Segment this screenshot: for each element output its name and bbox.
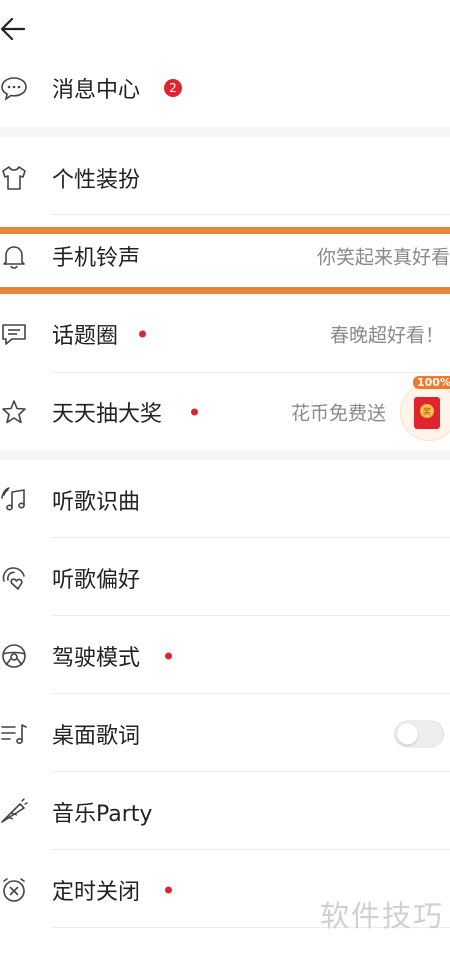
red-dot-indicator: [139, 330, 146, 338]
red-envelope-icon: 奖: [414, 397, 440, 429]
promo-tag: 100%: [413, 376, 450, 389]
red-dot-indicator: [165, 652, 172, 660]
divider: [52, 849, 450, 850]
menu-item-label: 驾驶模式: [52, 646, 141, 671]
envelope-seal-icon: 奖: [420, 404, 434, 418]
watermark: 软件技巧: [319, 899, 444, 933]
menu-item-party[interactable]: 音乐Party: [0, 773, 450, 851]
divider: [52, 693, 450, 694]
divider: [52, 615, 450, 616]
red-dot-indicator: [165, 886, 172, 894]
menu-item-label: 消息中心: [52, 78, 141, 103]
menu-item-label: 音乐Party: [52, 802, 153, 827]
menu-item-driving[interactable]: 驾驶模式: [0, 617, 450, 695]
music-note-icon: [0, 485, 30, 515]
party-horn-icon: [0, 797, 30, 827]
topic-hint: 春晚超好看！: [329, 324, 444, 347]
highlight-frame: [0, 227, 450, 294]
steering-wheel-icon: [0, 641, 30, 671]
close-circle-icon: [0, 875, 30, 905]
star-icon: [0, 397, 30, 427]
toggle-knob: [397, 723, 418, 745]
notification-badge: 2: [164, 79, 182, 97]
divider: [52, 771, 450, 772]
red-envelope-promo[interactable]: 奖 100%: [400, 376, 450, 441]
divider: [52, 214, 450, 215]
menu-item-topics[interactable]: 话题圈 春晚超好看！: [0, 295, 450, 373]
divider: [52, 537, 450, 538]
chat-bubble-icon: [0, 73, 30, 103]
menu-item-label: 听歌识曲: [52, 490, 141, 515]
menu-item-recognize[interactable]: 听歌识曲: [0, 461, 450, 539]
lyrics-icon: [0, 719, 30, 749]
desktop-lyrics-toggle[interactable]: [394, 720, 444, 748]
menu-item-messages[interactable]: 消息中心 2: [0, 49, 450, 127]
lottery-hint: 花币免费送: [290, 402, 386, 425]
tshirt-icon: [0, 163, 30, 193]
menu-item-label: 话题圈: [52, 324, 119, 349]
menu-item-preferences[interactable]: 听歌偏好: [0, 539, 450, 617]
comment-icon: [0, 319, 30, 349]
menu-item-label: 天天抽大奖: [52, 402, 163, 427]
menu-item-label: 定时关闭: [52, 880, 141, 905]
menu-item-label: 桌面歌词: [52, 724, 141, 749]
menu-item-label: 听歌偏好: [52, 568, 141, 593]
menu-item-desktop-lyrics[interactable]: 桌面歌词: [0, 695, 450, 773]
section-separator: [0, 450, 450, 460]
red-dot-indicator: [191, 408, 198, 416]
back-button[interactable]: [0, 12, 28, 46]
menu-item-lottery[interactable]: 天天抽大奖 花币免费送 奖 100%: [0, 373, 450, 451]
back-arrow-icon: [0, 16, 26, 42]
heart-rings-icon: [0, 563, 30, 593]
section-separator: [0, 127, 450, 137]
menu-item-label: 个性装扮: [52, 168, 141, 193]
menu-item-skin[interactable]: 个性装扮: [0, 139, 450, 217]
